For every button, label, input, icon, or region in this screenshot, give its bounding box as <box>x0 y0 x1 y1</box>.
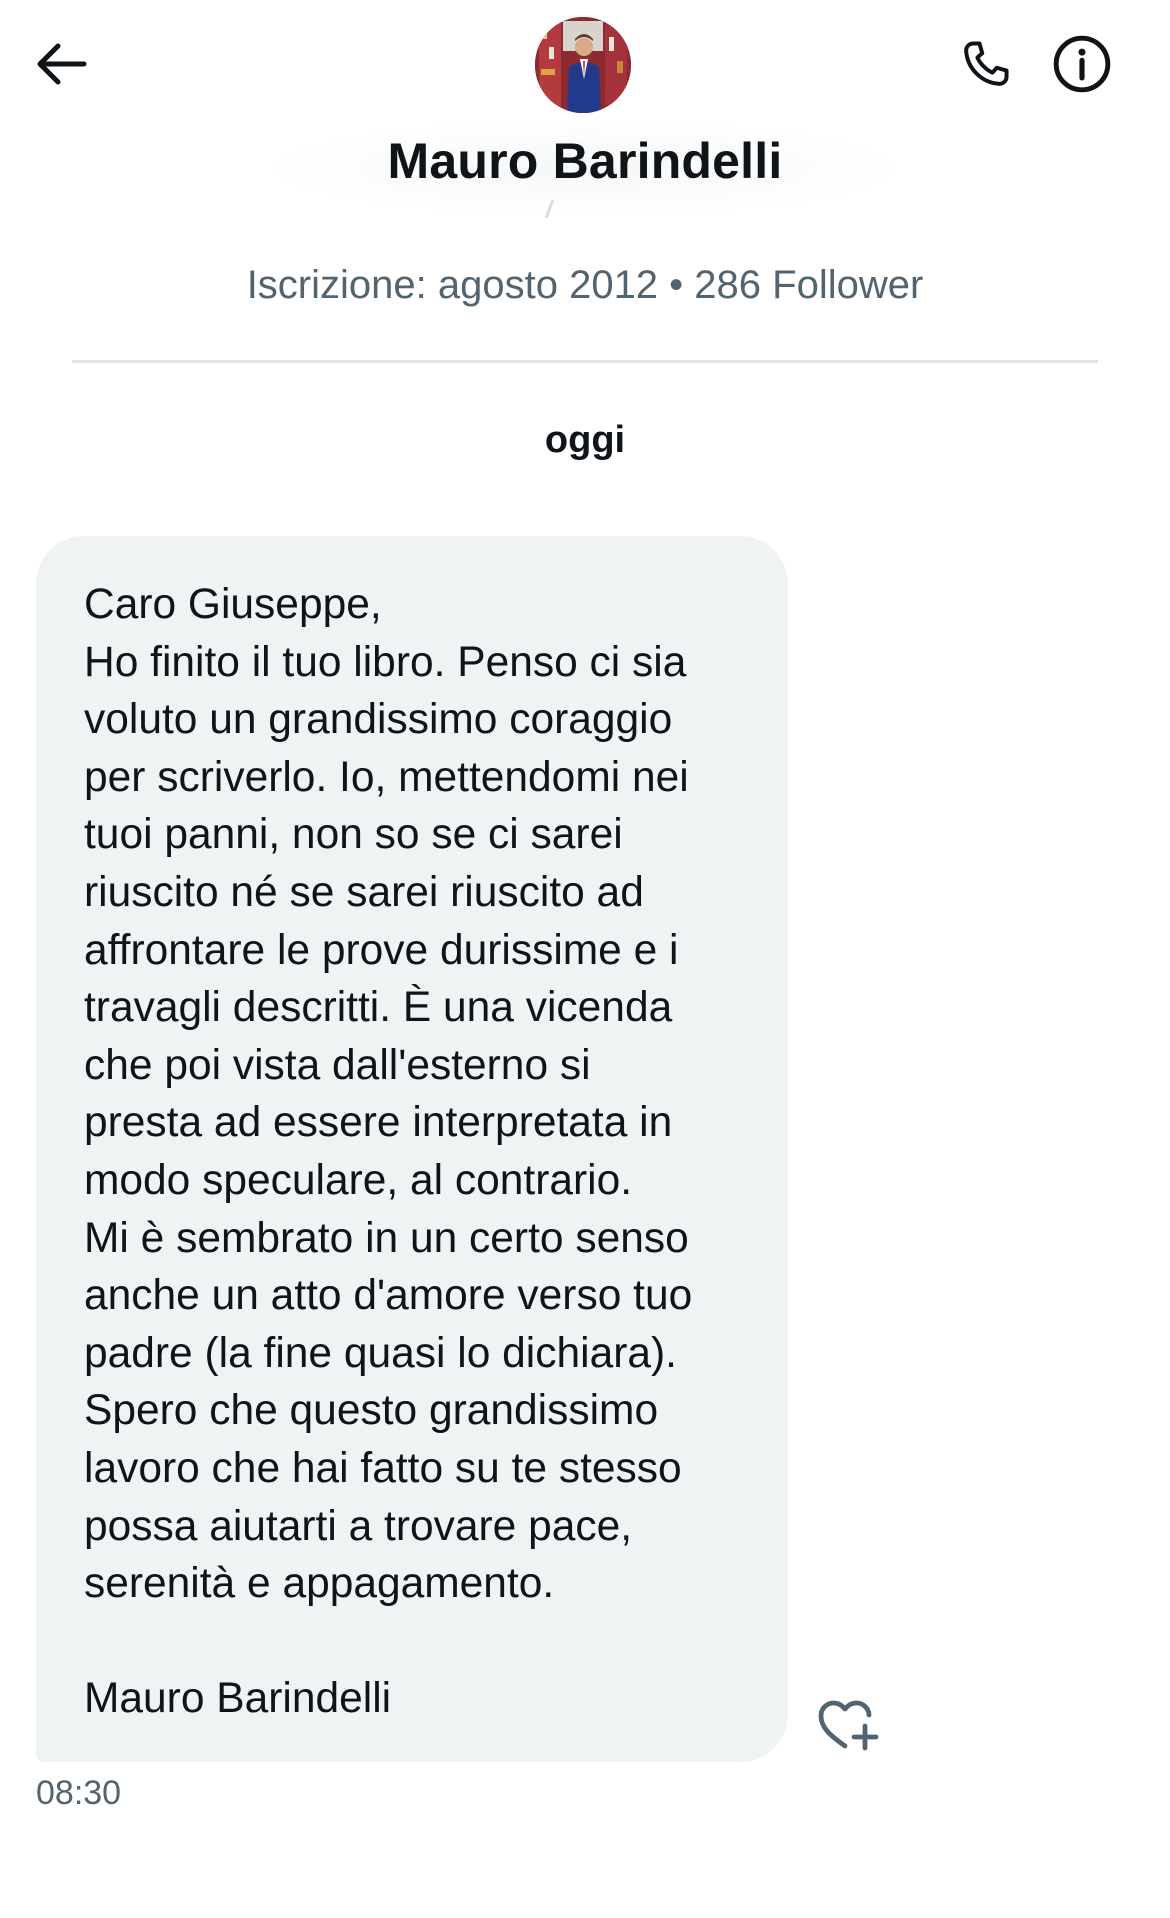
heart-plus-icon <box>815 1694 879 1759</box>
divider <box>72 360 1098 363</box>
call-button[interactable] <box>948 28 1024 104</box>
profile-photo <box>535 17 631 113</box>
profile-name-wrap: Mauro Barindelli <box>0 130 1170 192</box>
phone-icon <box>958 36 1014 97</box>
back-button[interactable] <box>24 30 96 102</box>
message-text: Caro Giuseppe, Ho finito il tuo libro. P… <box>84 581 693 1723</box>
avatar[interactable] <box>535 17 631 113</box>
message-timestamp: 08:30 <box>36 1774 122 1812</box>
date-separator: oggi <box>544 419 626 461</box>
react-button[interactable] <box>808 1690 886 1762</box>
arrow-left-icon <box>32 40 88 93</box>
display-name[interactable]: Mauro Barindelli <box>0 130 1170 192</box>
profile-meta: Iscrizione: agosto 2012 • 286 Follower <box>246 263 924 307</box>
message-bubble[interactable]: Caro Giuseppe, Ho finito il tuo libro. P… <box>36 536 788 1762</box>
info-circle-icon <box>1051 33 1113 100</box>
info-button[interactable] <box>1044 28 1120 104</box>
